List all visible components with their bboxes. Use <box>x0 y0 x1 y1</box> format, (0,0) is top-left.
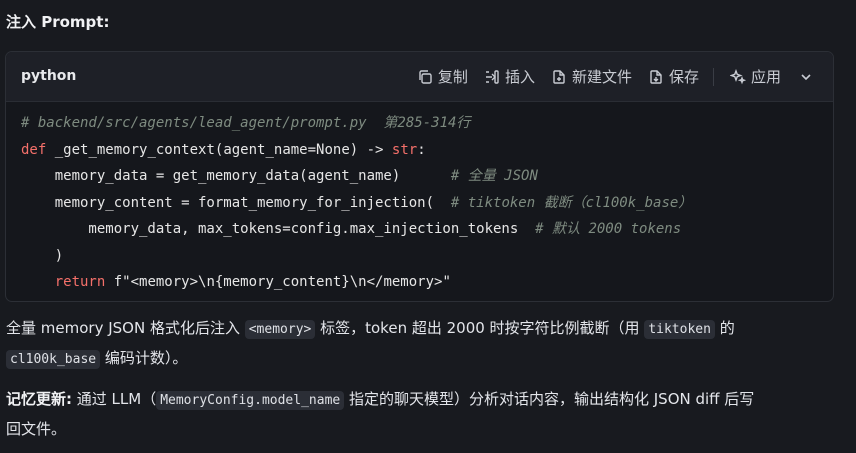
memory-update-heading: 记忆更新: <box>6 390 72 408</box>
code-line-6: ) <box>21 247 64 264</box>
code-content: # backend/src/agents/lead_agent/prompt.p… <box>21 110 692 296</box>
copy-icon <box>419 69 432 84</box>
code-line-2-type: str <box>391 141 418 158</box>
chevron-down-icon <box>801 73 811 80</box>
new-file-button[interactable]: 新建文件 <box>551 66 632 87</box>
para1-text-3: 的 <box>714 319 735 337</box>
code-line-5: memory_data, max_tokens=config.max_injec… <box>21 221 536 237</box>
code-line-4: memory_content = format_memory_for_injec… <box>21 194 451 211</box>
paragraph-memory-update: 记忆更新: 通过 LLM（ MemoryConfig.model_name 指定的… <box>6 385 846 443</box>
code-line-3-comment: # 全量 JSON <box>450 168 538 184</box>
code-line-4-comment: # tiktoken 截断（cl100k_base） <box>450 194 693 211</box>
code-line-7-keyword: return <box>21 274 106 290</box>
copy-label: 复制 <box>437 68 468 86</box>
para2-text-1: 通过 LLM（ <box>72 390 157 408</box>
section-title: 注入 Prompt: <box>6 13 110 31</box>
code-line-5-comment: # 默认 2000 tokens <box>535 221 682 237</box>
code-line-2-param: agent_name=None <box>223 141 350 158</box>
expand-chevron-button[interactable] <box>799 70 813 84</box>
code-actions: 复制 插入 新建文件 保存 应用 <box>401 66 813 87</box>
code-line-2-keyword: def <box>21 141 47 158</box>
action-divider <box>712 67 714 86</box>
para2-text-2: 指定的聊天模型）分析对话内容，输出结构化 JSON diff 后写 <box>344 390 755 408</box>
apply-sparkle-icon <box>729 68 746 84</box>
save-button[interactable]: 保存 <box>648 66 699 87</box>
apply-label: 应用 <box>750 68 781 86</box>
insert-icon <box>485 69 499 84</box>
insert-label: 插入 <box>504 68 535 86</box>
new-file-icon <box>553 69 565 84</box>
apply-button[interactable]: 应用 <box>729 66 781 87</box>
code-line-2-arrow: ) -> <box>349 141 392 158</box>
inline-code-tiktoken: tiktoken <box>644 320 715 339</box>
save-label: 保存 <box>668 68 699 86</box>
new-file-label: 新建文件 <box>571 68 632 86</box>
para1-text-2: 标签，token 超出 2000 时按字符比例截断（用 <box>315 319 645 337</box>
code-line-2-fn: _get_memory_context( <box>46 141 224 158</box>
para1-text-1: 全量 memory JSON 格式化后注入 <box>6 319 245 337</box>
paragraph-memory-injection: 全量 memory JSON 格式化后注入 <memory> 标签，token … <box>6 314 846 374</box>
insert-button[interactable]: 插入 <box>484 66 535 87</box>
inline-code-model-name: MemoryConfig.model_name <box>156 391 345 410</box>
code-line-2-end: : <box>417 141 426 158</box>
code-language-label: python <box>21 68 77 84</box>
para2-text-3: 回文件。 <box>6 420 67 438</box>
code-line-3: memory_data = get_memory_data(agent_name… <box>21 168 451 184</box>
copy-button[interactable]: 复制 <box>417 66 468 87</box>
inline-code-memory-tag: <memory> <box>244 320 316 339</box>
code-line-7: f"<memory>\n{memory_content}\n</memory>" <box>105 274 451 290</box>
code-line-1-comment: # backend/src/agents/lead_agent/prompt.p… <box>21 115 471 131</box>
save-icon <box>650 69 662 84</box>
code-block: python 复制 插入 新建文件 保存 应用 # backend/src/ag… <box>5 51 834 302</box>
para1-text-4: 编码计数）。 <box>100 349 188 367</box>
code-block-header: python 复制 插入 新建文件 保存 应用 <box>6 52 833 102</box>
inline-code-cl100k: cl100k_base <box>6 350 101 369</box>
